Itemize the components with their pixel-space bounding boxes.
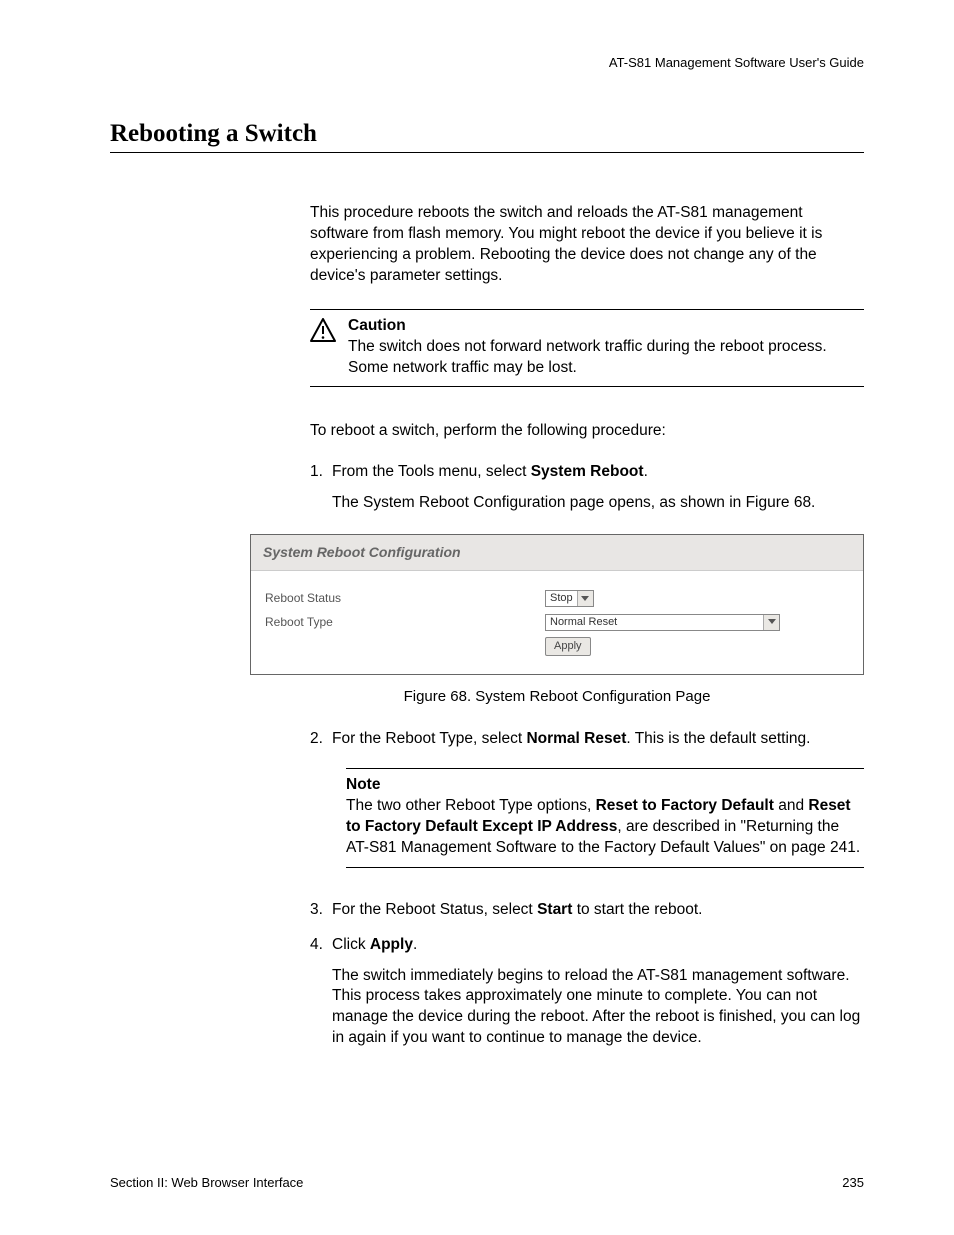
note-text: The two other Reboot Type options, xyxy=(346,797,596,814)
figure-caption: Figure 68. System Reboot Configuration P… xyxy=(250,687,864,707)
caution-callout: Caution The switch does not forward netw… xyxy=(310,309,864,388)
step-text: Click xyxy=(332,936,370,953)
caution-body: The switch does not forward network traf… xyxy=(348,337,864,379)
reboot-status-label: Reboot Status xyxy=(265,590,545,606)
step-number: 2. xyxy=(310,729,332,750)
step-4: 4.Click Apply. The switch immediately be… xyxy=(310,935,864,1050)
note-bold: Reset to Factory Default xyxy=(596,797,774,814)
step-1: 1.From the Tools menu, select System Reb… xyxy=(310,462,864,514)
figure-panel: System Reboot Configuration Reboot Statu… xyxy=(250,534,864,675)
step-number: 4. xyxy=(310,935,332,956)
step-text: From the Tools menu, select xyxy=(332,463,531,480)
step-bold: Start xyxy=(537,901,572,918)
step-number: 3. xyxy=(310,900,332,921)
chevron-down-icon xyxy=(577,591,593,606)
apply-button[interactable]: Apply xyxy=(545,637,591,656)
page-number: 235 xyxy=(842,1175,864,1190)
step-2: 2.For the Reboot Type, select Normal Res… xyxy=(310,729,864,750)
footer-section: Section II: Web Browser Interface xyxy=(110,1175,303,1190)
procedure-lead: To reboot a switch, perform the followin… xyxy=(310,421,864,442)
intro-paragraph: This procedure reboots the switch and re… xyxy=(310,203,864,287)
reboot-type-label: Reboot Type xyxy=(265,614,545,630)
page-header: AT-S81 Management Software User's Guide xyxy=(110,55,864,70)
step-bold: Apply xyxy=(370,936,413,953)
caution-title: Caution xyxy=(348,316,864,337)
caution-icon xyxy=(310,316,338,379)
figure-title: System Reboot Configuration xyxy=(251,535,863,571)
step-text: For the Reboot Type, select xyxy=(332,730,526,747)
note-title: Note xyxy=(346,775,864,796)
chevron-down-icon xyxy=(763,615,779,630)
step-bold: System Reboot xyxy=(531,463,644,480)
reboot-status-row: Reboot Status Stop xyxy=(265,589,849,607)
page-title: Rebooting a Switch xyxy=(110,120,864,153)
reboot-type-select[interactable]: Normal Reset xyxy=(545,614,780,631)
reboot-status-select[interactable]: Stop xyxy=(545,590,594,607)
reboot-type-row: Reboot Type Normal Reset xyxy=(265,613,849,631)
step-1-desc: The System Reboot Configuration page ope… xyxy=(332,493,864,514)
step-4-desc: The switch immediately begins to reload … xyxy=(332,966,864,1050)
step-bold: Normal Reset xyxy=(526,730,626,747)
step-3: 3.For the Reboot Status, select Start to… xyxy=(310,900,864,921)
step-text: For the Reboot Status, select xyxy=(332,901,537,918)
step-number: 1. xyxy=(310,462,332,483)
note-callout: Note The two other Reboot Type options, … xyxy=(346,768,864,868)
